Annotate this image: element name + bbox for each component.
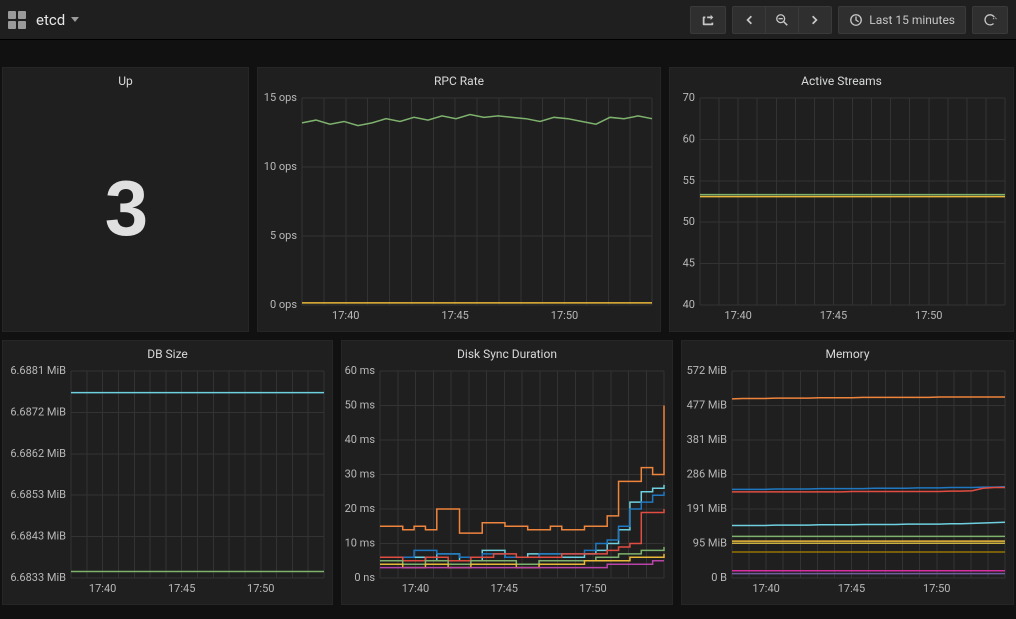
svg-text:381 MiB: 381 MiB [687, 433, 728, 446]
time-range-label: Last 15 minutes [869, 13, 955, 27]
svg-text:50: 50 [683, 215, 695, 228]
svg-text:60: 60 [683, 132, 695, 145]
dashboard-title: etcd [36, 11, 65, 29]
panel-title: DB Size [3, 341, 332, 363]
svg-text:0 B: 0 B [711, 571, 727, 584]
svg-text:6.6881 MiB: 6.6881 MiB [10, 364, 66, 377]
time-range-button[interactable]: Last 15 minutes [838, 6, 966, 34]
svg-text:17:40: 17:40 [332, 309, 359, 322]
refresh-icon [983, 13, 997, 27]
chart-disk-sync: 0 ns 10 ms 20 ms 30 ms 40 ms 50 ms 60 ms 17:40 1… [342, 363, 672, 602]
share-icon [701, 13, 715, 27]
chevron-left-icon [742, 13, 756, 27]
panel-title: Active Streams [670, 68, 1013, 90]
svg-text:17:40: 17:40 [724, 309, 751, 322]
svg-text:5 ops: 5 ops [270, 229, 297, 242]
svg-text:20 ms: 20 ms [345, 502, 376, 515]
up-value: 3 [105, 163, 146, 254]
svg-text:6.6843 MiB: 6.6843 MiB [10, 530, 66, 543]
chevron-down-icon [71, 17, 79, 22]
chevron-right-icon [808, 13, 822, 27]
panel-memory[interactable]: Memory 0 B 95 MiB 191 MiB 286 MiB 381 MiB 477… [681, 340, 1014, 605]
time-nav-group [732, 6, 832, 34]
time-back-button[interactable] [733, 7, 766, 33]
svg-text:17:40: 17:40 [89, 582, 116, 595]
svg-text:95 MiB: 95 MiB [693, 537, 727, 550]
svg-text:17:50: 17:50 [579, 582, 606, 595]
nav-left: etcd [8, 11, 79, 29]
svg-text:30 ms: 30 ms [345, 468, 376, 481]
svg-text:17:50: 17:50 [551, 309, 578, 322]
share-button[interactable] [690, 6, 726, 34]
svg-text:572 MiB: 572 MiB [687, 364, 728, 377]
panel-rpc-rate[interactable]: RPC Rate 0 ops 5 ops 10 ops 15 ops 17:40 17:4… [257, 67, 661, 332]
chart-active-streams: 40 45 50 55 60 70 17:40 17:45 17:50 [670, 90, 1013, 329]
chart-rpc-rate: 0 ops 5 ops 10 ops 15 ops 17:40 17:45 17:50 [258, 90, 660, 329]
clock-icon [849, 13, 863, 27]
svg-text:191 MiB: 191 MiB [687, 502, 728, 515]
svg-text:6.6853 MiB: 6.6853 MiB [10, 488, 66, 501]
svg-text:15 ops: 15 ops [264, 91, 298, 104]
panel-title: Up [3, 68, 248, 90]
svg-text:6.6833 MiB: 6.6833 MiB [10, 571, 66, 584]
dashboard-grid: Up 3 RPC Rate 0 ops 5 ops 10 ops 15 ops 17:4… [0, 40, 1016, 619]
singlestat-body: 3 [3, 90, 248, 327]
svg-text:17:45: 17:45 [491, 582, 518, 595]
zoom-out-button[interactable] [766, 7, 799, 33]
panel-disk-sync[interactable]: Disk Sync Duration 0 ns 10 ms 20 ms 30 ms 40… [341, 340, 673, 605]
svg-text:0 ops: 0 ops [270, 298, 297, 311]
chart-db-size: 6.6833 MiB 6.6843 MiB 6.6853 MiB 6.6862 MiB… [3, 363, 332, 602]
svg-text:10 ops: 10 ops [264, 160, 298, 173]
dashboard-grid-icon[interactable] [8, 11, 26, 29]
svg-text:6.6872 MiB: 6.6872 MiB [10, 405, 66, 418]
svg-text:286 MiB: 286 MiB [687, 468, 728, 481]
svg-text:17:45: 17:45 [820, 309, 847, 322]
svg-text:40: 40 [683, 298, 695, 311]
chart-memory: 0 B 95 MiB 191 MiB 286 MiB 381 MiB 477 MiB 572… [682, 363, 1013, 602]
time-forward-button[interactable] [799, 7, 831, 33]
nav-right: Last 15 minutes [690, 6, 1008, 34]
svg-text:10 ms: 10 ms [345, 537, 376, 550]
panel-title: RPC Rate [258, 68, 660, 90]
svg-text:17:45: 17:45 [441, 309, 468, 322]
svg-text:70: 70 [683, 91, 695, 104]
panel-db-size[interactable]: DB Size 6.6833 MiB6.6843 MiB6.6853 MiB6.… [2, 340, 333, 605]
panel-up[interactable]: Up 3 [2, 67, 249, 332]
svg-text:45: 45 [683, 257, 695, 270]
svg-text:477 MiB: 477 MiB [687, 399, 728, 412]
panel-title: Disk Sync Duration [342, 341, 672, 363]
svg-text:17:50: 17:50 [923, 582, 950, 595]
refresh-button[interactable] [972, 6, 1008, 34]
svg-text:17:45: 17:45 [838, 582, 865, 595]
svg-text:17:40: 17:40 [402, 582, 429, 595]
svg-text:17:50: 17:50 [247, 582, 274, 595]
svg-text:60 ms: 60 ms [345, 364, 376, 377]
zoom-out-icon [775, 13, 789, 27]
svg-text:50 ms: 50 ms [345, 399, 376, 412]
svg-text:55: 55 [683, 174, 695, 187]
svg-text:17:50: 17:50 [915, 309, 942, 322]
panel-active-streams[interactable]: Active Streams 40 45 50 55 60 70 17:40 17:45 17:… [669, 67, 1014, 332]
dashboard-title-dropdown[interactable]: etcd [36, 11, 79, 29]
top-nav: etcd Last 15 minutes [0, 0, 1016, 40]
panel-title: Memory [682, 341, 1013, 363]
svg-text:40 ms: 40 ms [345, 433, 376, 446]
svg-text:17:45: 17:45 [168, 582, 195, 595]
svg-text:0 ns: 0 ns [354, 571, 375, 584]
svg-text:17:40: 17:40 [752, 582, 779, 595]
svg-text:6.6862 MiB: 6.6862 MiB [10, 447, 66, 460]
